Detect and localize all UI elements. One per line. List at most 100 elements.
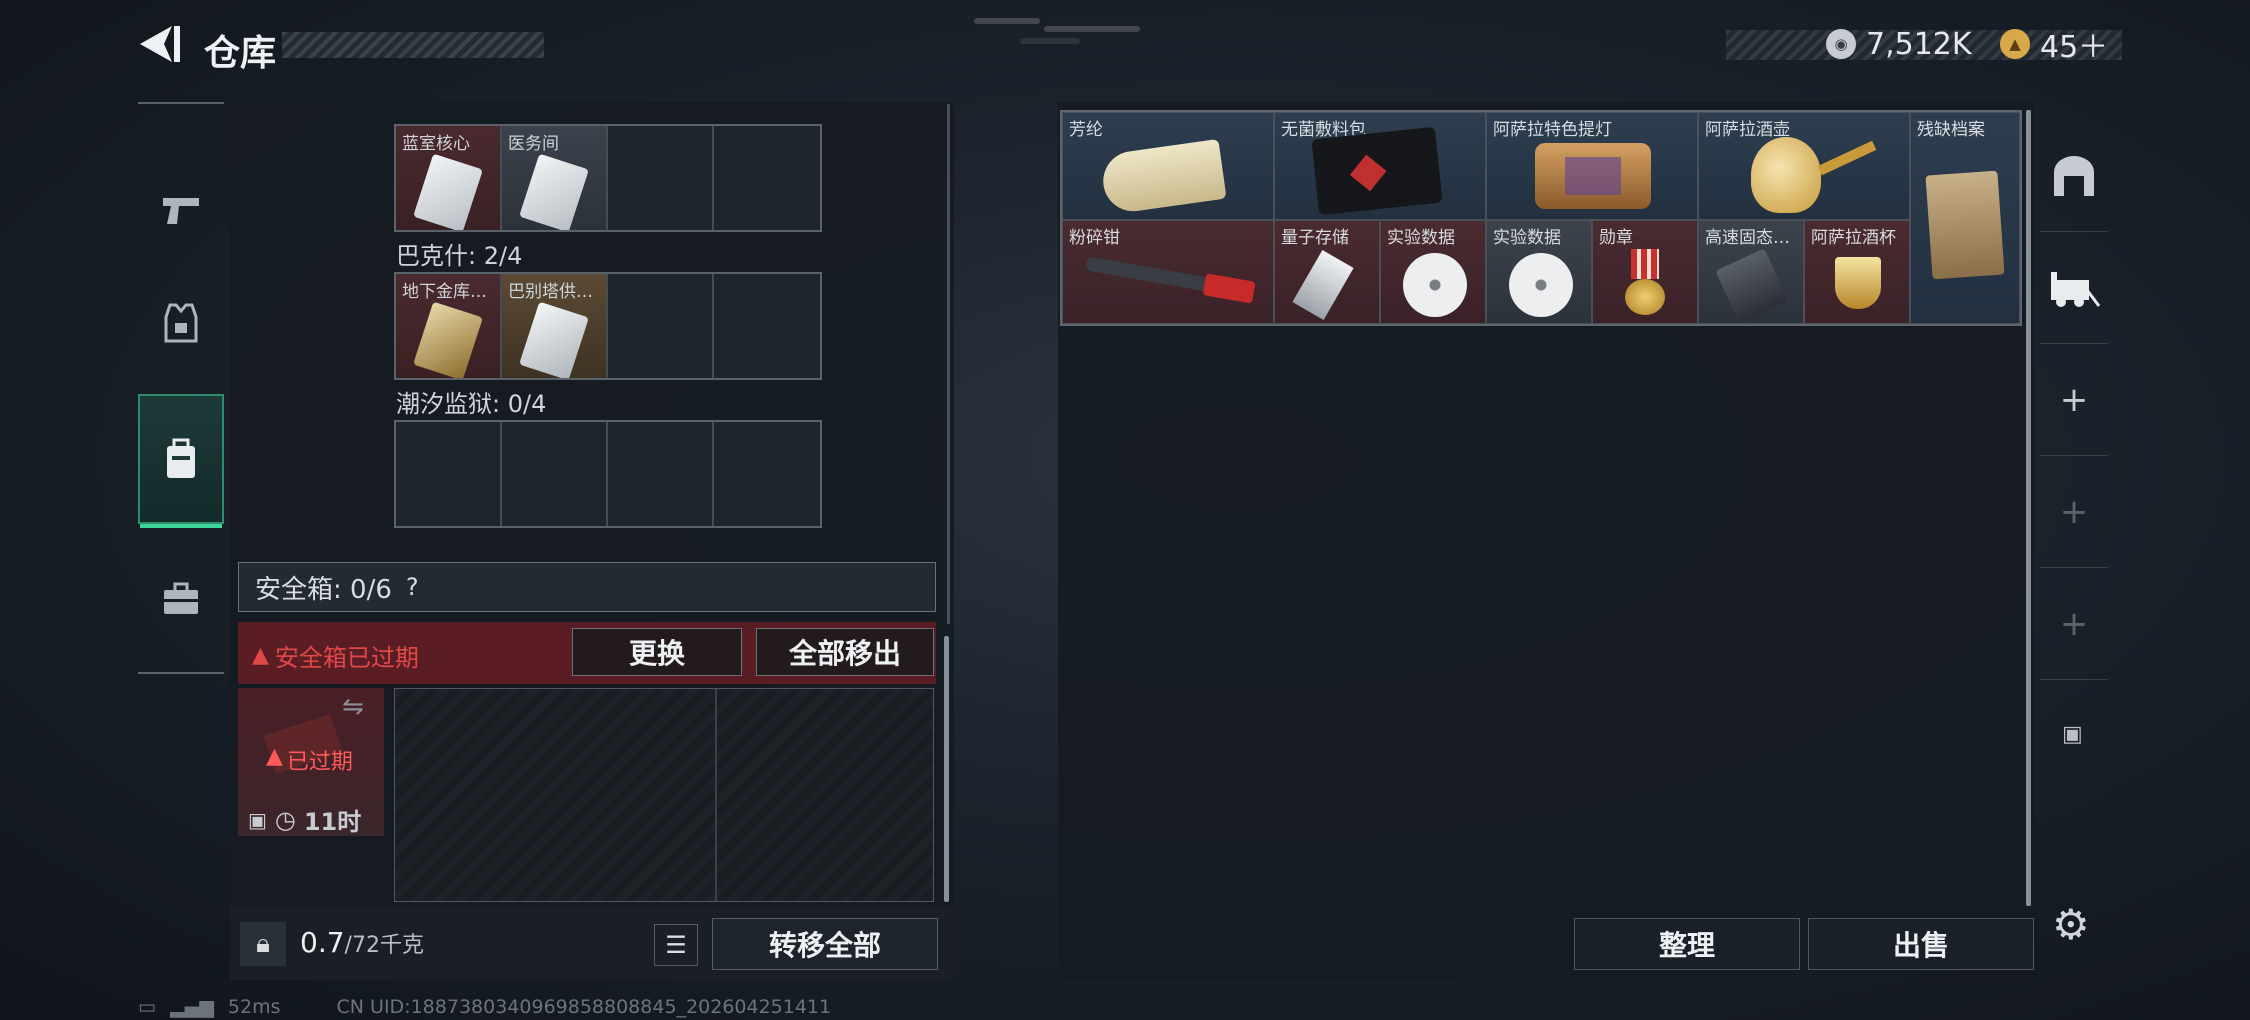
tab-tunnel[interactable] (2040, 120, 2108, 232)
clipped-label (394, 104, 574, 112)
stash-item[interactable]: 高速固态… (1698, 220, 1804, 324)
stash-item[interactable]: 阿萨拉酒杯 (1804, 220, 1910, 324)
warning-icon: ▲ (252, 643, 269, 668)
safe-box-grid[interactable] (394, 688, 934, 902)
warning-text: 安全箱已过期 (274, 644, 419, 672)
sidebar-item-backpack[interactable] (138, 394, 224, 528)
backpack-icon (167, 438, 195, 478)
empty-slot[interactable] (714, 126, 820, 230)
warning-icon: ▲ (266, 744, 283, 769)
stash-item[interactable]: 量子存储 (1274, 220, 1380, 324)
silver-amount: 7,512K (1866, 26, 1972, 62)
gear-icon[interactable]: ⚙ (2052, 900, 2090, 949)
uid-text: CN UID:1887380340969858808845_2026042514… (336, 996, 832, 1018)
empty-slot[interactable] (608, 422, 714, 526)
empty-slot[interactable] (608, 126, 714, 230)
lock-icon: ▣ (248, 807, 267, 832)
teapot-spout (1817, 140, 1877, 176)
pistol-icon (163, 198, 199, 224)
stash-item[interactable]: 勋章 (1592, 220, 1698, 324)
category-sidebar (138, 102, 224, 674)
weight-display: 0.7/72千克 (300, 926, 424, 959)
stash-item[interactable]: 阿萨拉特色提灯 (1486, 112, 1698, 220)
keycard-icon (519, 153, 589, 230)
sell-button[interactable]: 出售 (1808, 918, 2034, 970)
list-view-icon[interactable]: ☰ (654, 924, 698, 966)
stash-item[interactable]: 实验数据 (1486, 220, 1592, 324)
goblet-icon (1835, 257, 1881, 309)
lantern-icon (1535, 143, 1651, 209)
title-decoration (282, 32, 544, 58)
item-slot[interactable]: 医务间 (502, 126, 608, 230)
stash-item[interactable]: 阿萨拉酒壶 (1698, 112, 1910, 220)
tab-vehicle[interactable] (2040, 232, 2108, 344)
stash-item[interactable]: 实验数据 (1380, 220, 1486, 324)
expired-warning-bar: ▲ 安全箱已过期 更换 全部移出 (238, 622, 936, 684)
empty-slot[interactable] (714, 274, 820, 378)
stash-item[interactable]: 粉碎钳 (1062, 220, 1274, 324)
briefcase-icon (164, 582, 198, 614)
stash-scrollbar[interactable] (2026, 110, 2031, 906)
sidebar-item-armor[interactable] (138, 258, 224, 388)
bandage-pack-icon (1311, 126, 1443, 216)
section-label: 潮汐监狱: 0/4 (396, 390, 547, 418)
stash-item[interactable]: 残缺档案 (1910, 112, 2020, 324)
keycard-row-2: 地下金库… 巴别塔供… (394, 272, 822, 380)
scrollbar[interactable] (944, 636, 949, 902)
transfer-all-button[interactable]: 转移全部 (712, 918, 938, 970)
ssd-icon (1715, 248, 1789, 323)
add-tab-button[interactable]: + (2040, 568, 2108, 680)
empty-slot[interactable] (396, 422, 502, 526)
fabric-roll-icon (1099, 138, 1227, 216)
replace-button[interactable]: 更换 (572, 628, 742, 676)
swap-icon[interactable]: ⇋ (342, 692, 364, 722)
item-slot[interactable]: 蓝室核心 (396, 126, 502, 230)
silver-coin-icon: ◉ (1826, 29, 1856, 59)
gold-coin-icon: ▲ (2000, 29, 2030, 59)
empty-slot[interactable] (608, 274, 714, 378)
page-title: 仓库 (204, 33, 277, 74)
silver-currency[interactable]: ◉ 7,512K (1826, 26, 1972, 62)
stash-item[interactable]: 芳纶 (1062, 112, 1274, 220)
add-tab-button[interactable]: + (2040, 456, 2108, 568)
backpack-footer: 🔒︎ 0.7/72千克 ☰ 转移全部 (230, 906, 954, 980)
sort-button[interactable]: 整理 (1574, 918, 1800, 970)
gold-amount: 45＋ (2040, 30, 2109, 65)
tunnel-icon (2054, 155, 2094, 196)
disc-icon (1509, 253, 1573, 317)
help-icon[interactable]: ? (406, 573, 419, 601)
document-icon (1925, 170, 2005, 280)
sidebar-item-weapons[interactable] (138, 146, 224, 276)
lock-icon: ▣ (2062, 722, 2083, 747)
medal-icon (1625, 279, 1665, 315)
item-slot[interactable]: 巴别塔供… (502, 274, 608, 378)
safe-box-slot[interactable]: ⇋ ▲ 已过期 ▣ ◷ 11时 (238, 688, 384, 836)
usb-drive-icon (1292, 250, 1354, 320)
empty-slot[interactable] (714, 422, 820, 526)
panel-divider (947, 104, 950, 624)
empty-slot[interactable] (502, 422, 608, 526)
keycard-icon (413, 301, 483, 378)
safe-box-header: 安全箱: 0/6 ? (238, 562, 936, 612)
sidebar-item-gear[interactable] (138, 534, 224, 664)
add-tab-button[interactable]: + (2040, 344, 2108, 456)
item-slot[interactable]: 地下金库… (396, 274, 502, 378)
medal-ribbon-icon (1631, 249, 1659, 279)
safe-box-label: 安全箱: 0/6 (255, 574, 392, 605)
keycard-row-1: 蓝室核心 医务间 (394, 124, 822, 232)
bolt-cutter-icon (1085, 256, 1256, 304)
section-label: 巴克什: 2/4 (396, 242, 523, 270)
move-all-out-button[interactable]: 全部移出 (756, 628, 934, 676)
expired-badge: ▲ 已过期 (266, 744, 353, 775)
disc-icon (1403, 253, 1467, 317)
gold-currency[interactable]: ▲ 45＋ (2000, 26, 2108, 65)
vehicle-icon (2051, 271, 2101, 307)
battery-icon: ▭ (138, 996, 156, 1018)
keycard-icon (413, 153, 483, 230)
keycard-icon (519, 301, 589, 378)
back-button[interactable] (134, 20, 190, 68)
stash-item[interactable]: 无菌敷料包 (1274, 112, 1486, 220)
keycard-row-3 (394, 420, 822, 528)
armor-vest-icon (164, 303, 198, 343)
clock-icon: ◷ (274, 805, 296, 834)
